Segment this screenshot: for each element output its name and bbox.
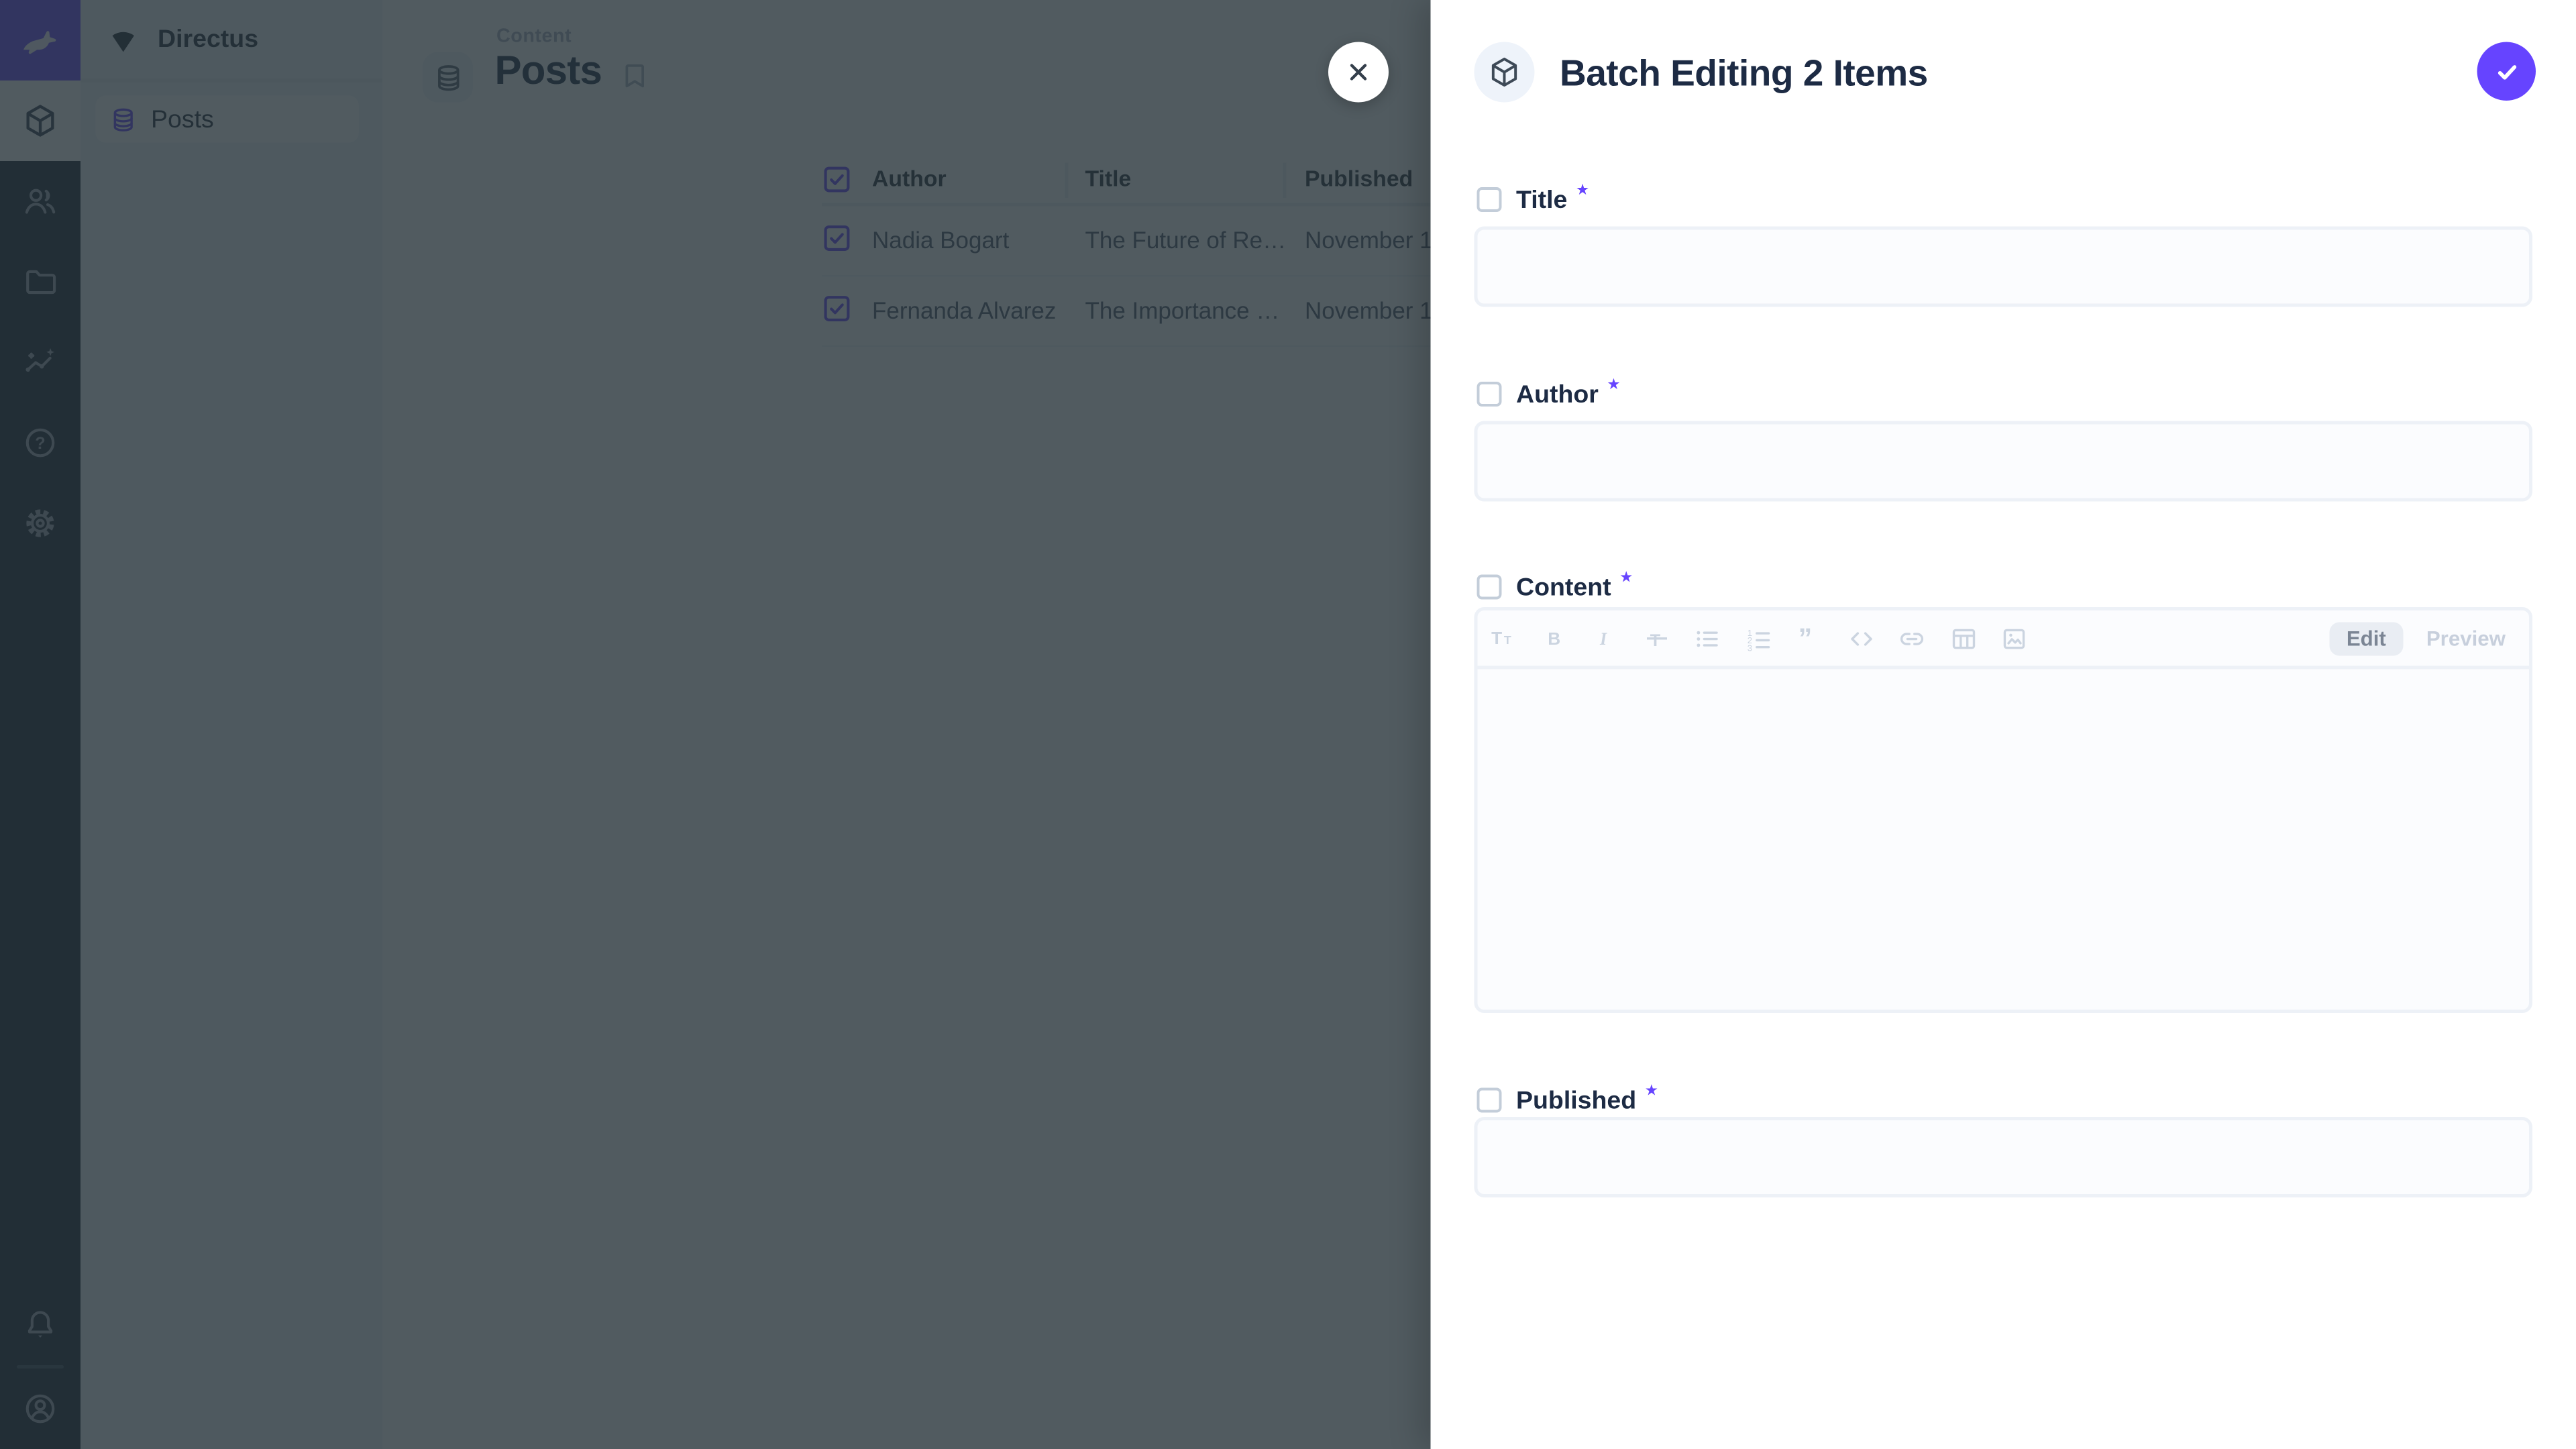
numbered-list-icon[interactable]: 1 2 3 <box>1743 623 1774 653</box>
field-label: Author <box>1516 380 1599 409</box>
published-input[interactable] <box>1474 1117 2533 1197</box>
svg-text:T: T <box>1491 627 1502 647</box>
bold-icon[interactable]: B <box>1539 623 1569 653</box>
field-label: Title <box>1516 185 1567 214</box>
svg-text:B: B <box>1547 628 1560 648</box>
field-checkbox-unchecked[interactable] <box>1474 379 1505 409</box>
field-head-content: Content ★ <box>1474 572 1633 602</box>
required-star-icon: ★ <box>1607 376 1620 394</box>
author-input[interactable] <box>1474 421 2533 502</box>
table-icon[interactable] <box>1948 623 1978 653</box>
field-label: Published <box>1516 1086 1636 1115</box>
required-star-icon: ★ <box>1645 1082 1658 1101</box>
link-icon[interactable] <box>1897 623 1927 653</box>
svg-text:T: T <box>1649 631 1660 649</box>
markdown-editor: T T B I T <box>1474 607 2533 1013</box>
svg-text:I: I <box>1599 629 1607 648</box>
tab-preview[interactable]: Preview <box>2416 621 2516 655</box>
field-head-published: Published ★ <box>1474 1085 1658 1116</box>
image-icon[interactable] <box>1999 623 2029 653</box>
format-text-icon[interactable]: T T <box>1488 623 1518 653</box>
x-icon <box>1342 56 1375 89</box>
close-drawer-button[interactable] <box>1328 42 1389 103</box>
bulleted-list-icon[interactable] <box>1693 623 1723 653</box>
svg-text:”: ” <box>1799 623 1813 653</box>
required-star-icon: ★ <box>1619 569 1633 588</box>
check-icon <box>2489 54 2523 88</box>
field-head-title: Title ★ <box>1474 184 1590 215</box>
svg-text:3: 3 <box>1746 642 1751 652</box>
drawer-title: Batch Editing 2 Items <box>1560 52 1928 96</box>
field-checkbox-unchecked[interactable] <box>1474 1085 1505 1116</box>
batch-edit-drawer: Batch Editing 2 Items Title ★ Author ★ <box>1431 0 2576 1449</box>
save-button[interactable] <box>2477 42 2536 101</box>
blockquote-icon[interactable]: ” <box>1794 623 1825 653</box>
drawer-header-icon <box>1474 42 1535 103</box>
field-checkbox-unchecked[interactable] <box>1474 572 1505 602</box>
editor-toolbar: T T B I T <box>1478 610 2530 669</box>
title-input[interactable] <box>1474 227 2533 307</box>
box-icon <box>1488 56 1521 89</box>
app-root: ? <box>0 0 2576 1449</box>
italic-icon[interactable]: I <box>1590 623 1620 653</box>
field-head-author: Author ★ <box>1474 379 1621 409</box>
code-icon[interactable] <box>1845 623 1876 653</box>
required-star-icon: ★ <box>1576 181 1589 200</box>
tab-edit[interactable]: Edit <box>2330 621 2403 655</box>
strikethrough-icon[interactable]: T <box>1641 623 1671 653</box>
editor-textarea[interactable] <box>1478 669 2530 1014</box>
field-label: Content <box>1516 573 1611 602</box>
svg-text:T: T <box>1504 633 1511 646</box>
field-checkbox-unchecked[interactable] <box>1474 184 1505 215</box>
editor-mode-tabs: Edit Preview <box>2330 621 2519 655</box>
